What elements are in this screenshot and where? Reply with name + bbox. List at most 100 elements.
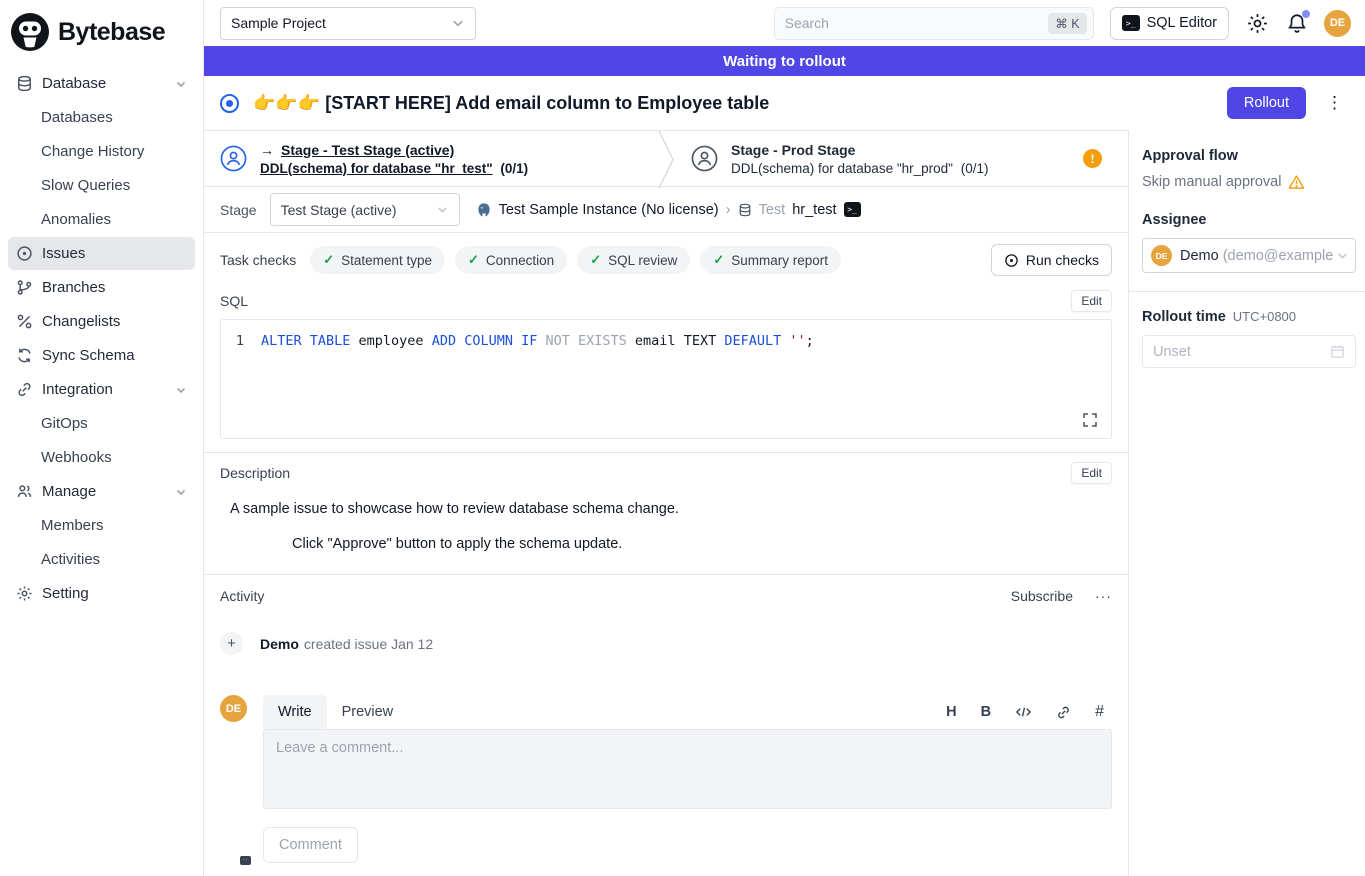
stage-card-prod[interactable]: Stage - Prod Stage DDL(schema) for datab… — [675, 131, 1128, 186]
activity-label: Activity — [220, 588, 264, 604]
project-select-value: Sample Project — [231, 15, 326, 31]
stage-title: Stage - Prod Stage — [731, 142, 855, 158]
sidebar-item-setting[interactable]: Setting — [8, 577, 195, 610]
subscribe-button[interactable]: Subscribe — [1011, 588, 1073, 604]
sidebar-item-issues[interactable]: Issues — [8, 237, 195, 270]
task-checks-label: Task checks — [220, 252, 296, 268]
bold-format-icon[interactable]: B — [981, 704, 991, 720]
instance-link[interactable]: Test Sample Instance (No license) — [499, 202, 719, 218]
sql-edit-button[interactable]: Edit — [1071, 290, 1112, 312]
sidebar-item-members[interactable]: Members — [8, 509, 195, 542]
rollout-time-label: Rollout time — [1142, 309, 1226, 325]
chevron-down-icon — [436, 203, 449, 216]
sidebar-item-database[interactable]: Database — [8, 67, 195, 100]
comment-submit-button[interactable]: Comment — [263, 827, 358, 863]
hash-format-icon[interactable]: # — [1095, 703, 1104, 721]
sql-label: SQL — [220, 293, 248, 309]
tab-write[interactable]: Write — [263, 695, 327, 729]
search-box[interactable]: ⌘ K — [774, 7, 1094, 40]
issue-status-icon — [220, 94, 239, 113]
sidebar-item-slow-queries[interactable]: Slow Queries — [8, 169, 195, 202]
sync-icon — [16, 347, 33, 364]
warning-triangle-icon — [1288, 174, 1305, 190]
check-pill-summary-report[interactable]: ✓ Summary report — [700, 246, 841, 274]
assignee-name: Demo — [1180, 248, 1219, 264]
sidebar-item-change-history[interactable]: Change History — [8, 135, 195, 168]
issue-side-panel: Approval flow Skip manual approval Assig… — [1128, 130, 1365, 876]
assignee-select[interactable]: DE Demo (demo@example — [1142, 238, 1356, 273]
description-edit-button[interactable]: Edit — [1071, 462, 1112, 484]
sidebar-item-webhooks[interactable]: Webhooks — [8, 441, 195, 474]
sidebar-item-databases[interactable]: Databases — [8, 101, 195, 134]
check-pill-connection[interactable]: ✓ Connection — [455, 246, 567, 274]
code-format-icon[interactable] — [1015, 705, 1032, 719]
timezone-label: UTC+0800 — [1233, 309, 1296, 324]
user-avatar[interactable]: DE — [1324, 10, 1351, 37]
sidebar-item-changelists[interactable]: Changelists — [8, 305, 195, 338]
description-section: Description Edit A sample issue to showc… — [204, 452, 1128, 552]
assignee-email: (demo@example — [1223, 248, 1336, 264]
database-breadcrumb: Test Sample Instance (No license) › Test… — [476, 201, 861, 218]
sidebar-item-sync-schema[interactable]: Sync Schema — [8, 339, 195, 372]
link-format-icon[interactable] — [1056, 705, 1071, 720]
stage-label: Stage — [220, 202, 257, 218]
approval-flow-label: Approval flow — [1142, 148, 1356, 164]
rollout-time-value: Unset — [1153, 344, 1191, 360]
activity-actor: Demo — [260, 636, 299, 652]
activity-action: created issue — [304, 636, 387, 652]
rollout-button[interactable]: Rollout — [1227, 87, 1306, 119]
project-select[interactable]: Sample Project — [220, 7, 476, 40]
heading-format-icon[interactable]: H — [946, 704, 956, 720]
link-icon — [16, 381, 33, 398]
description-label: Description — [220, 465, 290, 481]
sidebar-item-integration[interactable]: Integration — [8, 373, 195, 406]
sidebar-item-gitops[interactable]: GitOps — [8, 407, 195, 440]
run-checks-button[interactable]: Run checks — [991, 244, 1112, 276]
fullscreen-expand-icon[interactable] — [1082, 412, 1098, 428]
check-pill-sql-review[interactable]: ✓ SQL review — [577, 246, 690, 274]
more-options-icon[interactable]: ··· — [1095, 588, 1112, 604]
database-icon — [738, 203, 752, 217]
chevron-down-icon — [175, 486, 187, 498]
arrow-right-icon: → — [260, 142, 274, 158]
breadcrumb-separator: › — [726, 201, 731, 218]
stage-task-link[interactable]: DDL(schema) for database "hr_test" — [260, 161, 493, 176]
environment-label: Test — [759, 202, 786, 218]
check-pill-statement-type[interactable]: ✓ Statement type — [310, 246, 445, 274]
tab-preview[interactable]: Preview — [327, 695, 409, 729]
stage-title-link[interactable]: Stage - Test Stage (active) — [281, 142, 454, 158]
postgres-icon — [476, 202, 492, 218]
rollout-time-input[interactable]: Unset — [1142, 335, 1356, 368]
stage-select[interactable]: Test Stage (active) — [270, 193, 460, 226]
assignee-avatar: DE — [1151, 245, 1172, 266]
open-sql-editor-icon[interactable]: >_ — [844, 202, 861, 217]
brand-logo[interactable]: Bytebase — [8, 10, 195, 66]
database-icon — [16, 75, 33, 92]
sidebar: Bytebase Database Databases Change Histo… — [0, 0, 204, 876]
issue-title: 👉👉👉 [START HERE] Add email column to Emp… — [253, 93, 769, 114]
sql-editor-button[interactable]: >_ SQL Editor — [1110, 7, 1229, 40]
description-paragraph: Click "Approve" button to apply the sche… — [292, 536, 1112, 552]
git-branch-icon — [16, 279, 33, 296]
check-pass-icon: ✓ — [468, 252, 479, 268]
plus-icon: + — [220, 632, 243, 655]
sidebar-item-activities[interactable]: Activities — [8, 543, 195, 576]
sidebar-item-manage[interactable]: Manage — [8, 475, 195, 508]
settings-gear-icon[interactable] — [1246, 12, 1269, 35]
notification-bell-icon[interactable] — [1286, 12, 1308, 35]
sql-code-editor[interactable]: 1 ALTER TABLE employee ADD COLUMN IF NOT… — [220, 319, 1112, 439]
sidebar-item-branches[interactable]: Branches — [8, 271, 195, 304]
stage-card-test[interactable]: → Stage - Test Stage (active) DDL(schema… — [204, 131, 657, 186]
comment-textarea[interactable] — [263, 729, 1112, 809]
stage-select-value: Test Stage (active) — [281, 202, 397, 218]
description-paragraph: A sample issue to showcase how to review… — [230, 501, 1112, 517]
comment-editor: DE ·· Write Preview H B — [220, 695, 1112, 863]
content-row: → Stage - Test Stage (active) DDL(schema… — [204, 130, 1365, 876]
kebab-menu-icon[interactable]: ⋮ — [1326, 93, 1343, 113]
chevron-down-icon — [1336, 249, 1349, 262]
line-number: 1 — [221, 333, 261, 349]
sidebar-item-anomalies[interactable]: Anomalies — [8, 203, 195, 236]
app-root: Bytebase Database Databases Change Histo… — [0, 0, 1365, 876]
database-link[interactable]: hr_test — [792, 202, 836, 218]
search-input[interactable] — [785, 15, 1049, 31]
